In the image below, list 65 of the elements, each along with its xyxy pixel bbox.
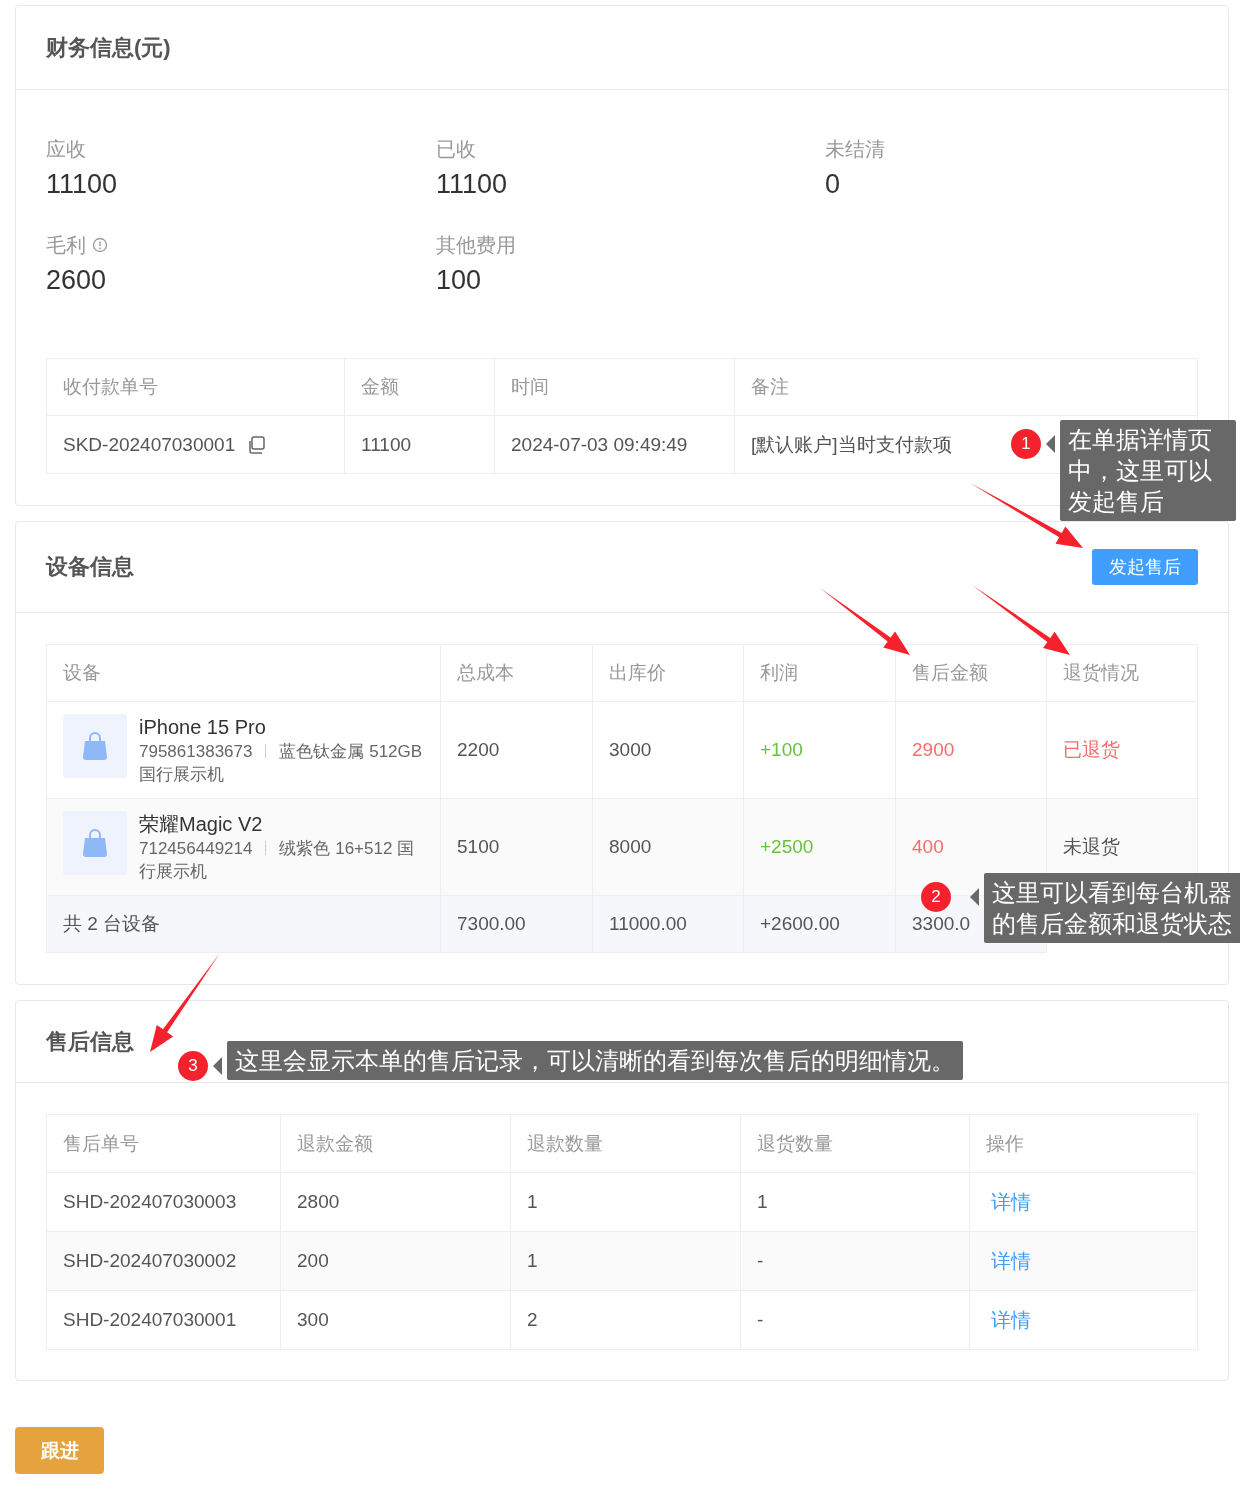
table-cell: 2800 <box>280 1172 511 1232</box>
summary-cell: 共 2 台设备 <box>46 895 441 953</box>
product-details: 712456449214 绒紫色 16+512 国行展示机 <box>139 838 416 883</box>
table-cell: +2500 <box>743 798 896 896</box>
stat-label: 应收 <box>46 137 86 162</box>
stat-value: 100 <box>436 264 483 297</box>
table-cell: 2900 <box>895 701 1047 799</box>
stat-label: 毛利 <box>46 233 86 258</box>
table-cell: 200 <box>280 1231 511 1291</box>
details-link[interactable]: 详情 <box>991 1308 1031 1331</box>
callout-text: 这里可以看到每台机器的售后金额和退货状态 <box>984 873 1240 943</box>
stat-label: 已收 <box>436 137 476 162</box>
table-cell: 2200 <box>440 701 593 799</box>
copy-icon[interactable] <box>247 435 266 454</box>
stat-value: 11100 <box>436 168 509 201</box>
column-header: 金额 <box>344 358 495 416</box>
column-header: 退款数量 <box>510 1114 741 1173</box>
column-header: 售后单号 <box>46 1114 281 1173</box>
summary-cell: +2600.00 <box>743 895 896 953</box>
details-link[interactable]: 详情 <box>991 1190 1031 1213</box>
column-header: 出库价 <box>592 644 744 702</box>
column-header: 时间 <box>494 358 735 416</box>
table-cell: SHD-202407030002 <box>46 1231 281 1291</box>
table-cell: +100 <box>743 701 896 799</box>
details-link[interactable]: 详情 <box>991 1249 1031 1272</box>
table-cell: 1 <box>510 1172 741 1232</box>
column-header: 退货数量 <box>740 1114 970 1173</box>
column-header: 备注 <box>734 358 1198 416</box>
table-cell: 300 <box>280 1290 511 1350</box>
stat-label: 未结清 <box>825 137 885 162</box>
stat-value: 0 <box>825 168 842 201</box>
table-cell: 1 <box>740 1172 970 1232</box>
order-number: SKD-202407030001 <box>63 433 236 456</box>
column-header: 收付款单号 <box>46 358 345 416</box>
product-name: iPhone 15 Pro <box>139 715 267 740</box>
table-cell: 5100 <box>440 798 593 896</box>
stat-value: 11100 <box>46 168 119 201</box>
table-cell: SHD-202407030001 <box>46 1290 281 1350</box>
table-cell: SHD-202407030003 <box>46 1172 281 1232</box>
product-details: 795861383673 蓝色钛金属 512GB 国行展示机 <box>139 741 424 786</box>
return-status: 已退货 <box>1046 701 1198 799</box>
section-title: 财务信息(元) <box>46 33 171 62</box>
section-title: 设备信息 <box>46 553 134 581</box>
stat-label: 其他费用 <box>436 233 516 258</box>
callout-text: 这里会显示本单的售后记录，可以清晰的看到每次售后的明细情况。 <box>227 1041 963 1080</box>
column-header: 退款金额 <box>280 1114 511 1173</box>
table-cell: 11100 <box>344 415 495 474</box>
stat-value: 2600 <box>46 264 108 297</box>
table-cell: - <box>740 1290 970 1350</box>
table-cell: 8000 <box>592 798 744 896</box>
table-cell: 2 <box>510 1290 741 1350</box>
table-cell: - <box>740 1231 970 1291</box>
product-name: 荣耀Magic V2 <box>139 812 264 837</box>
column-header: 总成本 <box>440 644 593 702</box>
column-header: 设备 <box>46 644 441 702</box>
summary-cell: 7300.00 <box>440 895 593 953</box>
section-title: 售后信息 <box>46 1027 134 1056</box>
callout-text: 在单据详情页中，这里可以发起售后 <box>1060 420 1236 521</box>
table-cell: 2024-07-03 09:49:49 <box>494 415 735 474</box>
table-cell: 1 <box>510 1231 741 1291</box>
summary-cell: 11000.00 <box>592 895 744 953</box>
table-cell: 3000 <box>592 701 744 799</box>
start-aftersale-button[interactable]: 发起售后 <box>1092 549 1198 585</box>
column-header: 操作 <box>969 1114 1198 1173</box>
follow-up-button[interactable]: 跟进 <box>15 1427 104 1474</box>
